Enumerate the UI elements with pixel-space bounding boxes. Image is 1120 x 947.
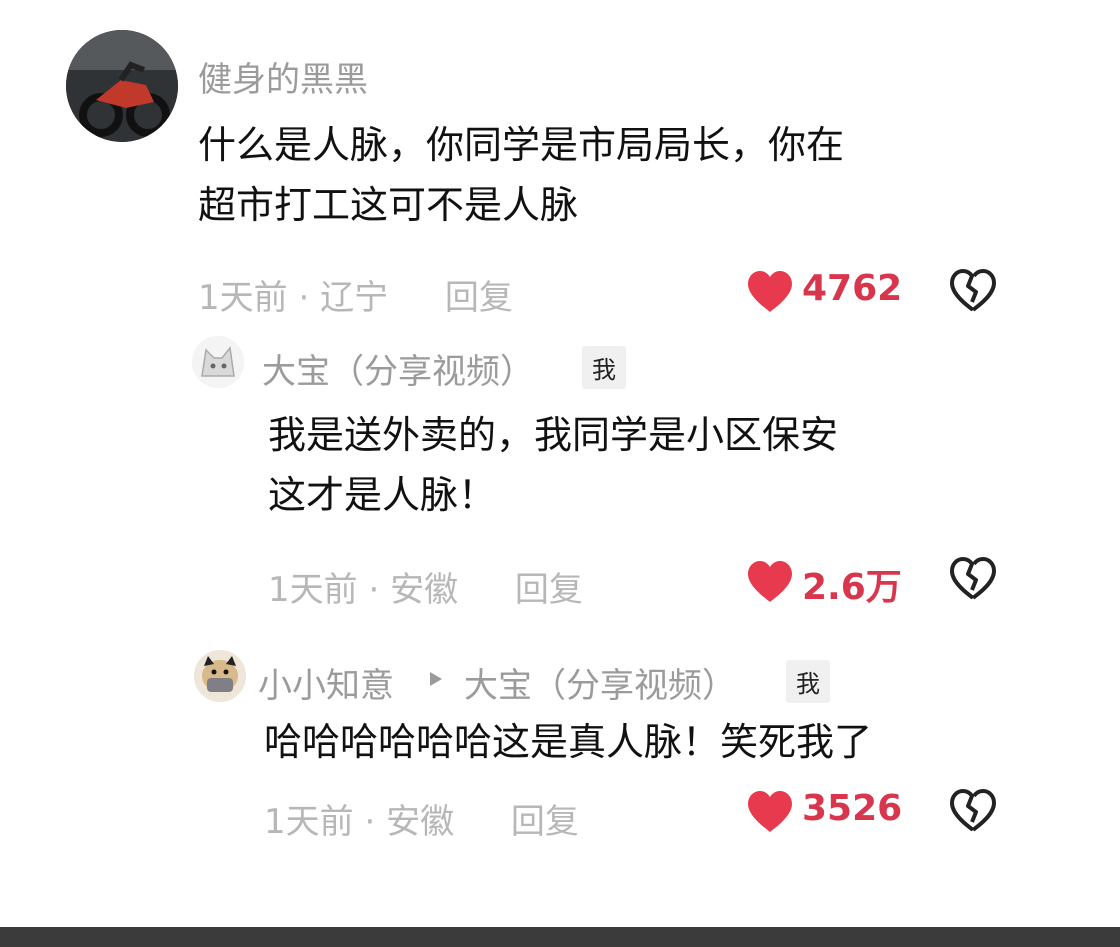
dog-avatar-icon: [194, 650, 246, 702]
heart-icon: [748, 271, 792, 312]
like-button[interactable]: 2.6万: [746, 556, 916, 608]
comment-line: 哈哈哈哈哈哈这是真人脉！笑死我了: [264, 720, 873, 764]
separator-dot: ·: [298, 278, 310, 318]
broken-heart-icon[interactable]: [948, 556, 998, 602]
comment-username[interactable]: 大宝（分享视频）: [262, 344, 534, 393]
like-button[interactable]: 3526: [746, 786, 916, 836]
comment-meta: 1天前 · 安徽 回复: [264, 794, 579, 843]
avatar[interactable]: [192, 336, 244, 388]
heart-icon: [748, 791, 792, 832]
heart-icon: [748, 561, 792, 602]
author-tag: 我: [786, 660, 830, 703]
comment-time: 1天前: [268, 570, 358, 610]
reply-button[interactable]: 回复: [445, 278, 513, 318]
like-count: 3526: [802, 788, 903, 829]
comment-time: 1天前: [198, 278, 288, 318]
like-button[interactable]: 4762: [746, 266, 916, 316]
broken-heart-icon[interactable]: [948, 788, 998, 834]
separator-dot: ·: [364, 802, 376, 842]
reply-to-username[interactable]: 大宝（分享视频）: [464, 658, 736, 707]
comment-line: 超市打工这可不是人脉: [198, 183, 579, 227]
comment-location: 安徽: [390, 570, 459, 610]
comment-meta: 1天前 · 安徽 回复: [268, 562, 583, 611]
motorcycle-avatar-icon: [66, 30, 178, 142]
comment-line: 我是送外卖的，我同学是小区保安: [268, 413, 839, 457]
avatar[interactable]: [66, 30, 178, 142]
comment-line: 这才是人脉！: [268, 473, 497, 517]
comment-time: 1天前: [264, 802, 354, 842]
avatar[interactable]: [194, 650, 246, 702]
comment-location: 辽宁: [320, 278, 389, 318]
like-count: 4762: [802, 268, 903, 309]
comment-username[interactable]: 小小知意: [258, 658, 394, 707]
comment-location: 安徽: [386, 802, 455, 842]
like-count: 2.6万: [802, 567, 902, 608]
triangle-right-icon: [430, 672, 442, 686]
comment-text: 什么是人脉，你同学是市局局长，你在 超市打工这可不是人脉: [198, 115, 998, 235]
cat-avatar-icon: [192, 336, 244, 388]
broken-heart-icon[interactable]: [948, 268, 998, 314]
reply-button[interactable]: 回复: [511, 802, 579, 842]
comment-meta: 1天前 · 辽宁 回复: [198, 270, 513, 319]
comment-text: 哈哈哈哈哈哈这是真人脉！笑死我了: [264, 712, 1044, 772]
comment-line: 什么是人脉，你同学是市局局长，你在: [198, 123, 845, 167]
bottom-bar: [0, 927, 1120, 947]
comment-text: 我是送外卖的，我同学是小区保安 这才是人脉！: [268, 405, 1028, 525]
author-tag: 我: [582, 346, 626, 389]
reply-button[interactable]: 回复: [515, 570, 583, 610]
comment-username[interactable]: 健身的黑黑: [198, 52, 368, 101]
separator-dot: ·: [368, 570, 380, 610]
